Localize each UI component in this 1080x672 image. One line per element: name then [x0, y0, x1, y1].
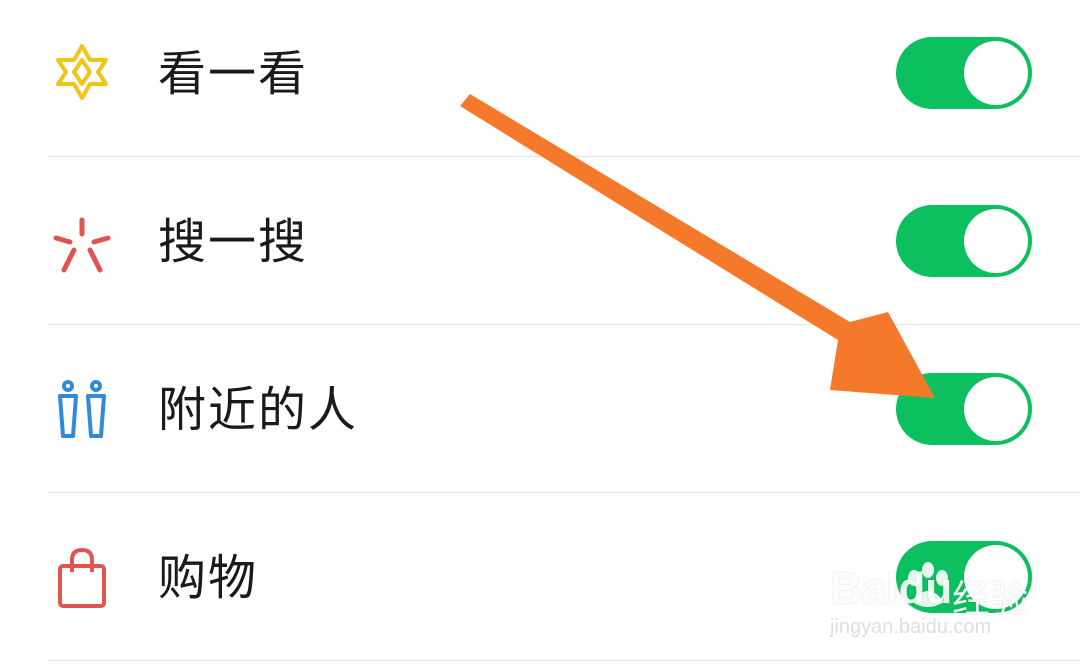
setting-row-fu-jin-de-ren[interactable]: 附近的人: [0, 336, 1080, 504]
toggle-knob: [964, 377, 1028, 441]
toggle-switch-fu-jin-de-ren[interactable]: [896, 373, 1032, 445]
divider: [48, 156, 1080, 157]
toggle-knob: [964, 545, 1028, 609]
star-burst-icon: [56, 44, 108, 100]
toggle-switch-gou-wu[interactable]: [896, 541, 1032, 613]
shopping-bag-icon: [58, 548, 106, 608]
setting-label: 搜一搜: [158, 214, 309, 270]
setting-label: 购物: [158, 550, 259, 606]
setting-row-kan-yi-kan[interactable]: 看一看: [0, 0, 1080, 168]
people-nearby-icon: [58, 380, 106, 438]
settings-list: 看一看 搜一搜 附近的人 购物: [0, 0, 1080, 664]
divider: [48, 492, 1080, 493]
setting-label: 看一看: [158, 46, 309, 102]
divider: [48, 660, 1080, 661]
divider: [48, 324, 1080, 325]
setting-row-sou-yi-sou[interactable]: 搜一搜: [0, 168, 1080, 336]
setting-row-gou-wu[interactable]: 购物: [0, 504, 1080, 672]
search-spark-icon: [53, 217, 111, 273]
toggle-switch-sou-yi-sou[interactable]: [896, 205, 1032, 277]
setting-label: 附近的人: [158, 382, 359, 438]
toggle-knob: [964, 209, 1028, 273]
toggle-knob: [964, 41, 1028, 105]
toggle-switch-kan-yi-kan[interactable]: [896, 37, 1032, 109]
